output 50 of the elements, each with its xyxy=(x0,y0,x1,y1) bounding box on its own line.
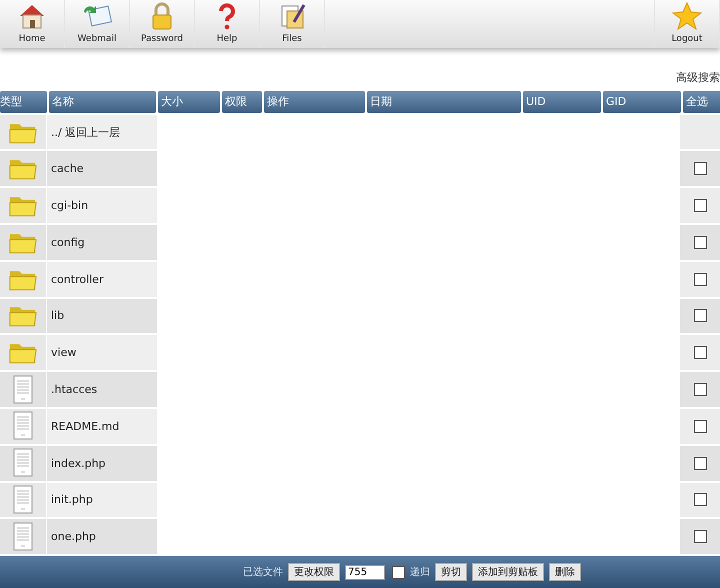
document-icon xyxy=(12,448,34,478)
checkbox[interactable] xyxy=(694,530,706,544)
action-button[interactable]: 剪切 xyxy=(435,563,467,582)
checkbox[interactable] xyxy=(694,162,706,176)
file-name[interactable]: init.php xyxy=(51,493,93,506)
checkbox[interactable] xyxy=(694,456,706,470)
column-header[interactable]: 名称 xyxy=(49,90,156,113)
toolbar-button[interactable]: Password xyxy=(130,0,195,48)
advanced-search-link[interactable]: 高级搜索 xyxy=(676,70,720,85)
recursive-label: 递归 xyxy=(410,566,430,580)
document-icon xyxy=(12,522,34,552)
action-button[interactable]: 删除 xyxy=(549,563,581,582)
selected-files-label: 已选文件 xyxy=(243,566,283,580)
checkbox[interactable] xyxy=(694,199,706,212)
checkbox[interactable] xyxy=(694,493,706,506)
file-name[interactable]: controller xyxy=(51,272,104,286)
column-header[interactable]: UID xyxy=(523,90,601,113)
file-name[interactable]: cache xyxy=(51,162,84,176)
file-name[interactable]: config xyxy=(51,236,85,249)
toolbar-button[interactable]: Webmail xyxy=(65,0,130,48)
column-header[interactable]: 类型 xyxy=(0,90,47,113)
file-name[interactable]: view xyxy=(51,346,76,360)
toolbar-button[interactable]: Files xyxy=(260,0,325,48)
toolbar-button[interactable]: Home xyxy=(0,0,65,48)
column-header[interactable]: 全选 xyxy=(683,90,720,113)
column-header[interactable]: 操作 xyxy=(264,90,365,113)
toolbar-button[interactable]: Help xyxy=(195,0,260,48)
file-name[interactable]: cgi-bin xyxy=(51,199,88,212)
document-icon xyxy=(12,411,34,442)
checkbox[interactable] xyxy=(694,236,706,249)
action-button[interactable]: 添加到剪贴板 xyxy=(472,563,544,582)
checkbox[interactable] xyxy=(694,272,706,286)
permission-field[interactable]: 755 xyxy=(345,564,385,580)
file-name[interactable]: index.php xyxy=(51,456,106,470)
star-icon xyxy=(671,2,703,30)
checkbox[interactable] xyxy=(694,309,706,322)
logout-button[interactable]: Logout xyxy=(655,0,720,48)
checkbox[interactable] xyxy=(694,383,706,396)
file-name[interactable]: .htacces xyxy=(51,383,98,396)
file-name[interactable]: one.php xyxy=(51,530,96,544)
file-name[interactable]: lib xyxy=(51,309,64,322)
document-icon xyxy=(12,374,34,405)
column-header[interactable]: 权限 xyxy=(222,90,262,113)
column-header[interactable]: 日期 xyxy=(367,90,521,113)
recursive-checkbox[interactable] xyxy=(392,566,405,579)
checkbox[interactable] xyxy=(694,420,706,433)
checkbox[interactable] xyxy=(694,346,706,360)
column-header[interactable]: GID xyxy=(603,90,681,113)
column-header[interactable]: 大小 xyxy=(158,90,220,113)
change-permissions-button[interactable]: 更改权限 xyxy=(288,563,340,582)
